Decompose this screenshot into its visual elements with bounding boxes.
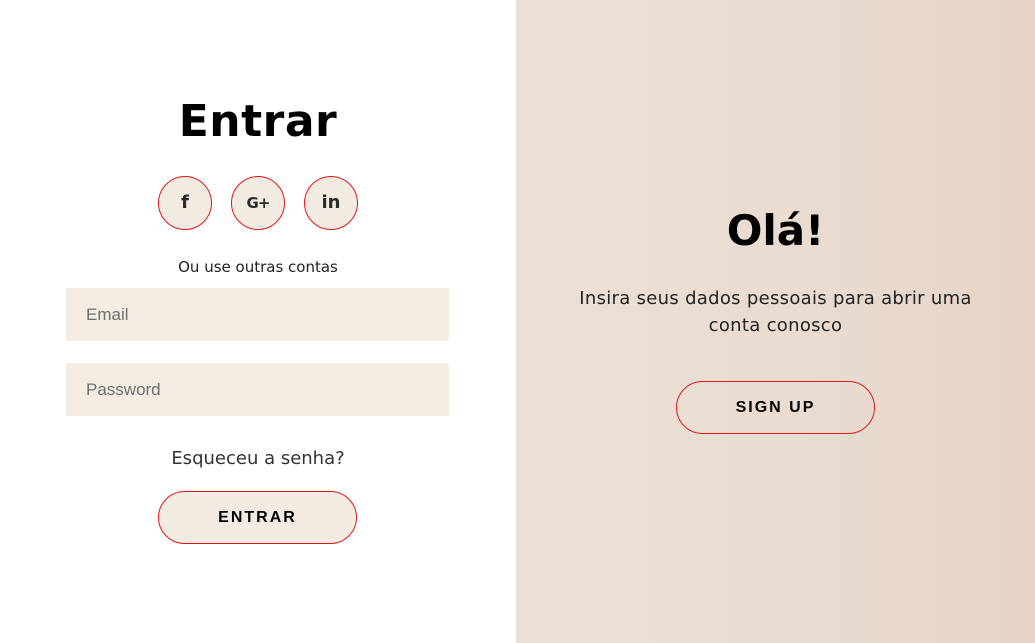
social-login-buttons: f G+ in xyxy=(0,176,516,230)
signup-panel: Olá! Insira seus dados pessoais para abr… xyxy=(516,0,1035,643)
signup-description: Insira seus dados pessoais para abrir um… xyxy=(579,288,972,336)
signup-title: Olá! xyxy=(726,206,825,255)
login-title: Entrar xyxy=(178,96,338,147)
google-plus-icon: G+ xyxy=(246,193,271,212)
linkedin-button[interactable]: in xyxy=(304,176,358,230)
login-button[interactable]: ENTRAR xyxy=(158,491,357,544)
google-plus-button[interactable]: G+ xyxy=(231,176,285,230)
linkedin-icon: in xyxy=(321,192,341,213)
password-field[interactable] xyxy=(66,363,449,416)
facebook-icon: f xyxy=(181,192,189,213)
facebook-button[interactable]: f xyxy=(158,176,212,230)
signup-button[interactable]: SIGN UP xyxy=(676,381,875,434)
email-field[interactable] xyxy=(66,288,449,341)
alt-login-text: Ou use outras contas xyxy=(178,258,338,276)
login-panel: Entrar f G+ in Ou use outras contas Esqu… xyxy=(0,0,516,643)
forgot-password-link[interactable]: Esqueceu a senha? xyxy=(0,448,516,469)
